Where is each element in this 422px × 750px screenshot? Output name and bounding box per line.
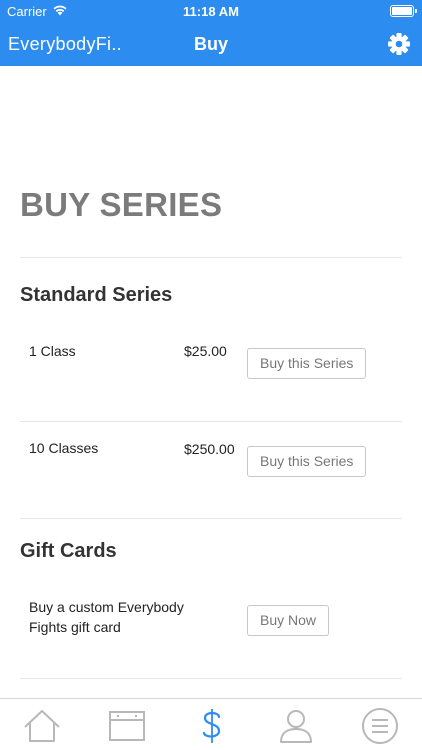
- standard-series-title: Standard Series: [20, 284, 173, 306]
- series-item-price: $25.00: [184, 343, 227, 359]
- dollar-icon[interactable]: [192, 707, 232, 745]
- profile-icon[interactable]: [276, 707, 316, 745]
- battery-icon: [390, 5, 417, 17]
- page-title: Buy: [193, 34, 228, 54]
- status-time: 11:18 AM: [183, 4, 239, 19]
- buy-series-button[interactable]: Buy this Series: [247, 446, 367, 477]
- page-heading: BUY SERIES: [20, 186, 223, 223]
- home-icon[interactable]: [22, 707, 62, 745]
- nav-bar: EverybodyFi.. Buy: [0, 22, 422, 66]
- series-item-name: 1 Class: [29, 343, 76, 359]
- series-item-name: 10 Classes: [29, 440, 99, 456]
- status-bar: Carrier 11:18 AM: [0, 0, 422, 22]
- gear-icon[interactable]: [386, 31, 412, 57]
- divider: [20, 678, 402, 679]
- gift-cards-title: Gift Cards: [20, 540, 117, 562]
- series-item-price: $250.00: [184, 441, 235, 457]
- divider: [20, 257, 402, 258]
- tab-bar: [0, 698, 422, 750]
- schedule-icon[interactable]: [107, 707, 147, 745]
- menu-icon[interactable]: [360, 707, 400, 745]
- buy-series-button[interactable]: Buy this Series: [247, 348, 367, 379]
- divider: [20, 518, 402, 519]
- gift-card-description: Buy a custom Everybody Fights gift card: [29, 599, 184, 635]
- divider: [20, 421, 402, 422]
- buy-now-button[interactable]: Buy Now: [247, 605, 330, 636]
